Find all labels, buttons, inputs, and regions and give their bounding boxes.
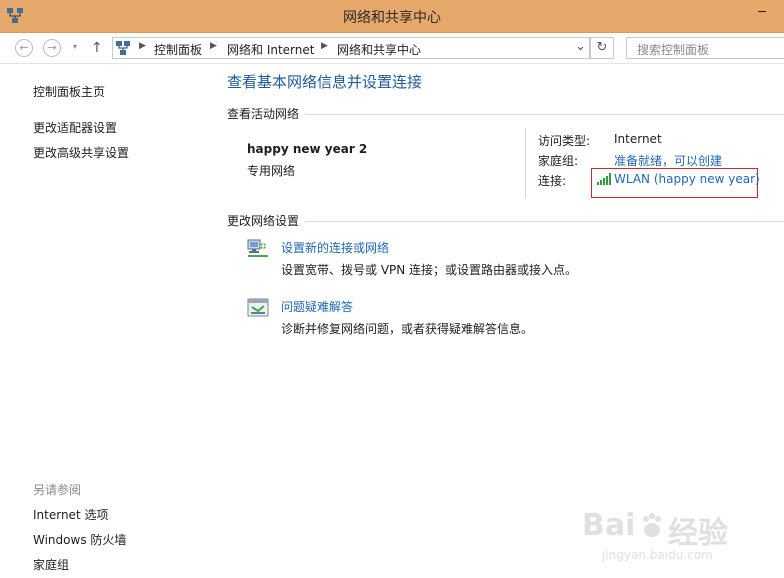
section-divider xyxy=(305,221,784,222)
address-bar[interactable]: ▶ 控制面板 ▶ 网络和 Internet ▶ 网络和共享中心 ⌄ xyxy=(112,37,590,59)
breadcrumb-control-panel[interactable]: 控制面板 xyxy=(154,41,202,58)
homegroup-label: 家庭组: xyxy=(538,154,579,168)
breadcrumb-separator-icon[interactable]: ▶ xyxy=(139,41,146,51)
title-bar: 网络和共享中心 ─ xyxy=(0,0,784,33)
breadcrumb-separator-icon[interactable]: ▶ xyxy=(321,41,328,51)
setup-connection-description: 设置宽带、拨号或 VPN 连接；或设置路由器或接入点。 xyxy=(281,263,578,277)
paw-icon xyxy=(643,513,661,537)
active-networks-heading: 查看活动网络 xyxy=(227,107,300,121)
address-dropdown-icon[interactable]: ⌄ xyxy=(575,39,586,54)
control-panel-icon xyxy=(116,41,130,55)
page-title: 查看基本网络信息并设置连接 xyxy=(227,73,423,91)
see-also-internet-options[interactable]: Internet 选项 xyxy=(33,506,108,523)
window-title: 网络和共享中心 xyxy=(343,10,441,26)
connection-label: 连接: xyxy=(538,174,567,188)
recent-pages-chevron-icon[interactable]: ▾ xyxy=(66,39,84,57)
section-divider xyxy=(305,114,784,115)
change-network-settings-heading: 更改网络设置 xyxy=(227,214,300,228)
network-setup-icon xyxy=(247,239,268,257)
troubleshoot-link[interactable]: 问题疑难解答 xyxy=(281,298,353,315)
breadcrumb-network-internet[interactable]: 网络和 Internet xyxy=(227,41,314,58)
setup-connection-link[interactable]: 设置新的连接或网络 xyxy=(281,239,389,256)
troubleshoot-icon xyxy=(247,298,269,317)
forward-button[interactable]: → xyxy=(43,39,61,57)
access-type-label: 访问类型: xyxy=(538,134,591,148)
troubleshoot-description: 诊断并修复网络问题，或者获得疑难解答信息。 xyxy=(281,322,534,336)
network-category: 专用网络 xyxy=(247,164,296,178)
breadcrumb-network-sharing-center[interactable]: 网络和共享中心 xyxy=(337,41,421,58)
see-also-heading: 另请参阅 xyxy=(33,483,82,497)
wifi-signal-icon xyxy=(597,173,611,185)
homegroup-link[interactable]: 准备就绪，可以创建 xyxy=(614,152,722,169)
breadcrumb-separator-icon[interactable]: ▶ xyxy=(210,41,217,51)
back-button[interactable]: ← xyxy=(15,39,33,57)
sidebar-change-adapter-settings[interactable]: 更改适配器设置 xyxy=(33,119,117,136)
access-type-value: Internet xyxy=(614,132,662,146)
search-input[interactable]: 搜索控制面板 xyxy=(626,37,784,59)
up-button[interactable]: ↑ xyxy=(91,40,103,56)
network-name: happy new year 2 xyxy=(247,142,368,156)
address-row: ← → ▾ ↑ ▶ 控制面板 ▶ 网络和 Internet ▶ 网络和共享中心 … xyxy=(0,33,784,64)
vertical-divider xyxy=(525,128,526,198)
refresh-button[interactable]: ↻ xyxy=(590,37,614,59)
see-also-windows-firewall[interactable]: Windows 防火墙 xyxy=(33,531,126,548)
sidebar-home-link[interactable]: 控制面板主页 xyxy=(33,83,105,100)
wlan-connection-link[interactable]: WLAN (happy new year) xyxy=(614,172,760,186)
minimize-button[interactable]: ─ xyxy=(748,2,776,24)
watermark-logo: Bai 经验 jingyan.baidu.com xyxy=(582,508,728,562)
sidebar-change-advanced-sharing[interactable]: 更改高级共享设置 xyxy=(33,144,129,161)
see-also-homegroup[interactable]: 家庭组 xyxy=(33,556,69,573)
